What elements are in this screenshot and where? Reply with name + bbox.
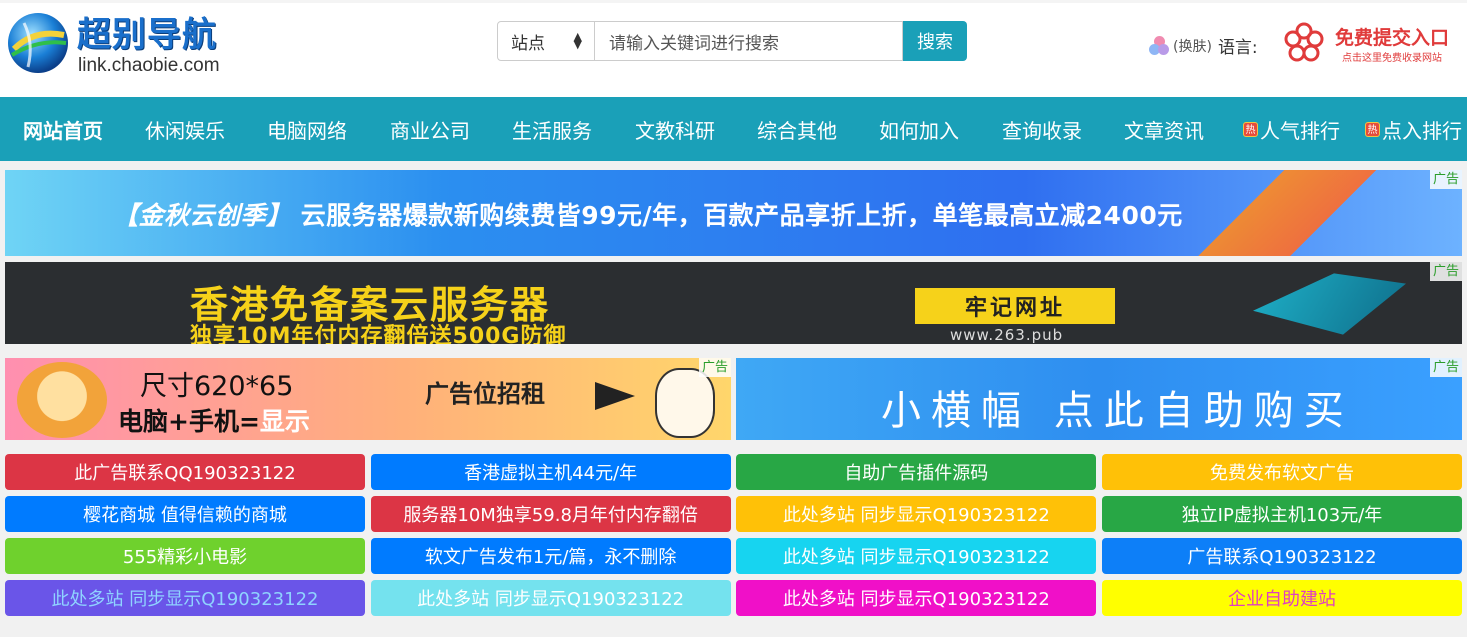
banner-main-text: 云服务器爆款新购续费皆99元/年，百款产品享折上折，单笔最高立减2400元	[300, 201, 1183, 230]
nav-label: 人气排行	[1260, 118, 1340, 143]
text-link-ad[interactable]: 此处多站 同步显示Q190323122	[370, 580, 731, 616]
ad-tag: 广告	[1429, 262, 1462, 281]
palette-icon	[1149, 35, 1169, 56]
hot-icon: 热	[1243, 121, 1258, 137]
banner-bracket-text: 【金秋云创季】	[113, 201, 292, 230]
paper-plane-icon	[595, 382, 635, 410]
nav-item-query[interactable]: 查询收录	[1002, 97, 1082, 161]
flower-logo-icon	[1284, 22, 1324, 62]
nav-label: 文章资讯	[1124, 118, 1204, 143]
nav-label: 如何加入	[879, 118, 959, 143]
nav-label: 综合其他	[757, 118, 837, 143]
banner-subtitle: 独享10M年付内存翻倍送500G防御	[190, 324, 567, 344]
language-label[interactable]: 语言:	[1218, 33, 1258, 58]
banner-cloud-promo[interactable]: 【金秋云创季】 云服务器爆款新购续费皆99元/年，百款产品享折上折，单笔最高立减…	[5, 170, 1462, 256]
text-link-ad[interactable]: 广告联系Q190323122	[1101, 538, 1462, 574]
site-logo[interactable]: 超别导航 link.chaobie.com	[4, 5, 244, 85]
text-link-ad[interactable]: 此处多站 同步显示Q190323122	[736, 496, 1097, 532]
nav-label: 商业公司	[390, 118, 470, 143]
skin-label: (换肤)	[1173, 38, 1212, 55]
page-bottom	[0, 626, 1467, 637]
banner-slot-text: 广告位招租	[425, 380, 545, 408]
search-type-value: 站点	[511, 33, 545, 54]
nav-item-life[interactable]: 生活服务	[512, 97, 592, 161]
nav-item-education[interactable]: 文教科研	[635, 97, 715, 161]
search-bar: 站点 ▲ ▼ 请输入关键词进行搜索 搜索	[497, 21, 967, 63]
logo-domain: link.chaobie.com	[78, 55, 220, 76]
search-input[interactable]: 请输入关键词进行搜索	[595, 21, 903, 61]
search-button[interactable]: 搜索	[903, 21, 967, 61]
nav-item-click-rank[interactable]: 热点入排行	[1365, 97, 1462, 161]
nav-item-join[interactable]: 如何加入	[879, 97, 959, 161]
cartoon-cat-image	[655, 368, 715, 438]
banner-decoration	[1162, 170, 1382, 256]
text-link-ad[interactable]: 香港虚拟主机44元/年	[370, 454, 731, 490]
text-link-ad[interactable]: 软文广告发布1元/篇，永不删除	[370, 538, 731, 574]
banner-self-buy[interactable]: 小横幅 点此自助购买 广告	[736, 358, 1462, 440]
text-link-ad[interactable]: 此广告联系QQ190323122	[5, 454, 365, 490]
banner-remember-url: 牢记网址	[915, 288, 1115, 324]
banner-ad-slot[interactable]: 尺寸620*65 电脑+手机=显示 广告位招租 广告	[5, 358, 731, 440]
nav-label: 网站首页	[23, 118, 103, 143]
text-link-ad[interactable]: 此处多站 同步显示Q190323122	[736, 538, 1097, 574]
nav-item-leisure[interactable]: 休闲娱乐	[145, 97, 225, 161]
main-nav: 网站首页 休闲娱乐 电脑网络 商业公司 生活服务 文教科研 综合其他 如何加入 …	[0, 97, 1467, 161]
site-header: 超别导航 link.chaobie.com 站点 ▲ ▼ 请输入关键词进行搜索 搜…	[0, 0, 1467, 97]
free-submit-entry[interactable]: 免费提交入口 点击这里免费收录网站	[1282, 21, 1462, 67]
nav-item-articles[interactable]: 文章资讯	[1124, 97, 1204, 161]
banner-size-text: 尺寸620*65	[140, 371, 294, 402]
banner-hk-server[interactable]: 香港免备案云服务器 独享10M年付内存翻倍送500G防御 牢记网址 www.26…	[5, 262, 1462, 344]
server-device-image	[1253, 273, 1406, 335]
select-arrows-icon: ▲ ▼	[573, 30, 582, 51]
nav-item-home[interactable]: 网站首页	[23, 97, 103, 161]
text-link-ad[interactable]: 免费发布软文广告	[1101, 454, 1462, 490]
nav-label: 电脑网络	[267, 118, 347, 143]
hot-icon: 热	[1365, 121, 1380, 137]
logo-title: 超别导航	[77, 15, 217, 55]
banner-display-a: 电脑+手机=	[118, 407, 260, 436]
ad-tag: 广告	[1429, 358, 1462, 377]
text-link-ad[interactable]: 樱花商城 值得信赖的商城	[5, 496, 365, 532]
ad-tag: 广告	[698, 358, 731, 377]
nav-label: 查询收录	[1002, 118, 1082, 143]
banner-text: 小横幅 点此自助购买	[881, 388, 1354, 434]
text-link-ad[interactable]: 自助广告插件源码	[736, 454, 1097, 490]
ad-tag: 广告	[1429, 170, 1462, 189]
text-link-ad[interactable]: 服务器10M独享59.8月年付内存翻倍	[370, 496, 731, 532]
text-link-ad[interactable]: 555精彩小电影	[5, 538, 365, 574]
nav-label: 休闲娱乐	[145, 118, 225, 143]
text-link-ad[interactable]: 独立IP虚拟主机103元/年	[1101, 496, 1462, 532]
banner-url: www.263.pub	[950, 326, 1064, 344]
nav-item-business[interactable]: 商业公司	[390, 97, 470, 161]
free-submit-title: 免费提交入口	[1335, 27, 1450, 49]
globe-logo-icon	[8, 13, 68, 73]
text-link-ad[interactable]: 此处多站 同步显示Q190323122	[736, 580, 1097, 616]
nav-label: 文教科研	[635, 118, 715, 143]
banner-text: 【金秋云创季】 云服务器爆款新购续费皆99元/年，百款产品享折上折，单笔最高立减…	[113, 196, 1183, 232]
free-submit-subtitle: 点击这里免费收录网站	[1342, 53, 1442, 64]
nav-label: 点入排行	[1382, 118, 1462, 143]
nav-item-computer[interactable]: 电脑网络	[267, 97, 347, 161]
cartoon-girl-image	[17, 362, 107, 438]
text-link-ad[interactable]: 此处多站 同步显示Q190323122	[5, 580, 365, 616]
text-link-grid: 此广告联系QQ190323122 香港虚拟主机44元/年 自助广告插件源码 免费发布软…	[5, 454, 1462, 616]
skin-switcher[interactable]: (换肤) 语言:	[1149, 33, 1258, 58]
banner-display-b: 显示	[259, 407, 310, 436]
nav-label: 生活服务	[512, 118, 592, 143]
text-link-ad[interactable]: 企业自助建站	[1101, 580, 1462, 616]
search-placeholder: 请输入关键词进行搜索	[609, 33, 779, 54]
banner-display-text: 电脑+手机=显示	[118, 402, 310, 438]
nav-item-other[interactable]: 综合其他	[757, 97, 837, 161]
search-type-select[interactable]: 站点 ▲ ▼	[497, 21, 595, 61]
nav-item-popular-rank[interactable]: 热人气排行	[1243, 97, 1340, 161]
